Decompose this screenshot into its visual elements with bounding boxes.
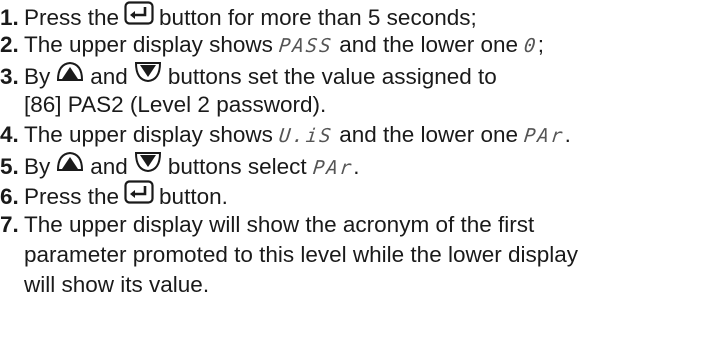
step-text: Press the: [24, 184, 120, 209]
step-3: 3. By and buttons set the value assigned…: [0, 60, 497, 91]
step-text: and the lower one: [339, 122, 519, 147]
down-arrow-icon: [133, 150, 163, 181]
step-text: The upper display shows: [24, 122, 273, 147]
step-number: 5.: [0, 154, 19, 179]
step-3-continuation: [86] PAS2 (Level 2 password).: [24, 92, 327, 117]
enter-icon: [124, 1, 154, 32]
display-code: PASS: [278, 35, 335, 57]
step-6: 6. Press the button.: [0, 180, 228, 211]
step-7: 7. The upper display will show the acron…: [0, 210, 534, 239]
step-number: 3.: [0, 64, 19, 89]
display-code: PAr: [311, 157, 355, 179]
step-text: buttons set the value assigned to: [167, 64, 497, 89]
step-5: 5. By and buttons select PAr .: [0, 150, 360, 183]
display-code: U.iS: [278, 125, 335, 147]
display-code: PAr: [523, 125, 566, 147]
step-text: and: [90, 64, 128, 89]
step-2: 2. The upper display shows PASS and the …: [0, 30, 544, 61]
step-number: 1.: [0, 5, 19, 30]
step-text: button for more than 5 seconds;: [159, 5, 477, 30]
step-number: 2.: [0, 32, 19, 57]
step-number: 4.: [0, 122, 19, 147]
step-text: .: [564, 122, 571, 147]
step-1: 1. Press the button for more than 5 seco…: [0, 1, 477, 32]
step-text: and: [90, 154, 128, 179]
step-text: By: [24, 154, 51, 179]
step-text: The upper display shows: [24, 32, 273, 57]
up-arrow-icon: [55, 150, 85, 181]
step-7-continuation: will show its value.: [24, 272, 210, 297]
step-number: 6.: [0, 184, 19, 209]
step-4: 4. The upper display shows U.iS and the …: [0, 120, 571, 151]
step-number: 7.: [0, 212, 19, 237]
step-text: The upper display will show the acronym …: [24, 212, 535, 237]
step-text: button.: [159, 184, 228, 209]
step-text: By: [24, 64, 51, 89]
step-7-continuation: parameter promoted to this level while t…: [24, 242, 579, 267]
step-text: Press the: [24, 5, 120, 30]
up-arrow-icon: [55, 60, 85, 91]
enter-icon: [124, 180, 154, 211]
step-text: ;: [537, 32, 545, 57]
step-text: buttons select: [167, 154, 307, 179]
down-arrow-icon: [133, 60, 163, 91]
step-text: and the lower one: [339, 32, 519, 57]
